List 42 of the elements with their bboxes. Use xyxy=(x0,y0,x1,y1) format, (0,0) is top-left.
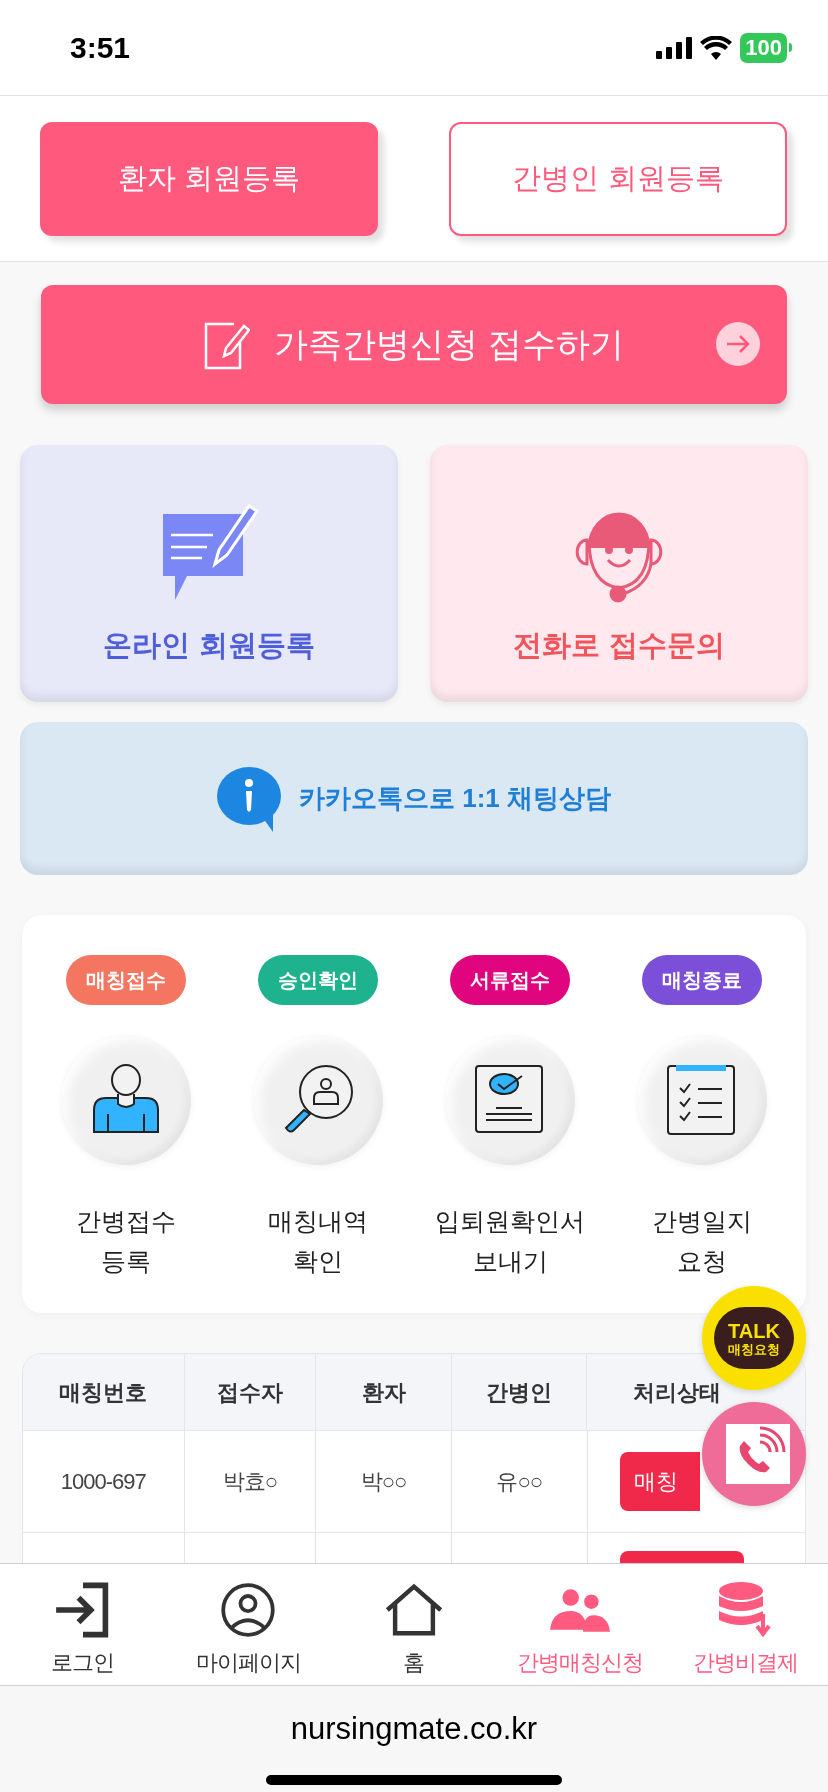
nav-item[interactable]: 간병비결제 xyxy=(662,1564,828,1685)
table-cell-text: 유○○ xyxy=(496,1468,542,1496)
nav-item[interactable]: 간병매칭신청 xyxy=(496,1564,663,1685)
phone-icon xyxy=(726,1424,790,1484)
step-label: 간병접수 등록 xyxy=(76,1206,176,1277)
talk-sublabel: 매칭요청 xyxy=(728,1342,780,1356)
step-badge: 매칭종료 xyxy=(642,955,762,1005)
nav-item[interactable]: 로그인 xyxy=(0,1564,166,1685)
nav-item[interactable]: 마이페이지 xyxy=(165,1564,332,1685)
phone-card[interactable]: 전화로 접수문의 xyxy=(430,445,808,702)
talk-label: TALK xyxy=(728,1320,780,1341)
step-badge: 승인확인 xyxy=(258,955,378,1005)
wifi-icon xyxy=(700,35,733,60)
column-header: 간병인 xyxy=(486,1378,553,1407)
step-label: 매칭내역 확인 xyxy=(268,1206,368,1277)
nav-item[interactable]: 홈 xyxy=(331,1564,497,1685)
person-icon xyxy=(90,1064,162,1136)
register-button[interactable]: 환자 회원등록 xyxy=(40,122,378,236)
status-button[interactable]: 매칭 xyxy=(619,1452,700,1511)
column-header: 접수자 xyxy=(216,1378,283,1407)
kakao-chat-banner[interactable]: 카카오톡으로 1:1 채팅상담 xyxy=(20,722,808,875)
home-icon xyxy=(384,1582,444,1638)
table-cell-text: 박○○ xyxy=(360,1468,407,1496)
table-cell-text: 박효○ xyxy=(222,1468,278,1496)
online-card[interactable]: 온라인 회원등록 xyxy=(20,445,398,702)
url-text: nursingmate.co.kr xyxy=(290,1710,538,1748)
info-icon xyxy=(217,765,283,832)
step-label: 간병일지 요청 xyxy=(652,1206,752,1277)
step-badge: 매칭접수 xyxy=(66,955,186,1005)
status-time: 3:51 xyxy=(70,30,131,66)
magnifier-person-icon xyxy=(282,1064,354,1136)
battery-level: 100 xyxy=(740,32,787,63)
column-header: 매칭번호 xyxy=(59,1378,148,1407)
step-label: 입퇴원확인서 보내기 xyxy=(435,1206,585,1277)
step-badge: 서류접수 xyxy=(450,955,570,1005)
register-button[interactable]: 간병인 회원등록 xyxy=(449,122,787,236)
checklist-icon xyxy=(666,1064,738,1136)
table-cell-text: 1000-697 xyxy=(60,1468,146,1496)
signal-icon xyxy=(656,36,693,59)
column-header: 환자 xyxy=(361,1378,406,1407)
certificate-icon xyxy=(474,1064,546,1136)
apply-button[interactable]: 가족간병신청 접수하기 xyxy=(41,285,787,404)
